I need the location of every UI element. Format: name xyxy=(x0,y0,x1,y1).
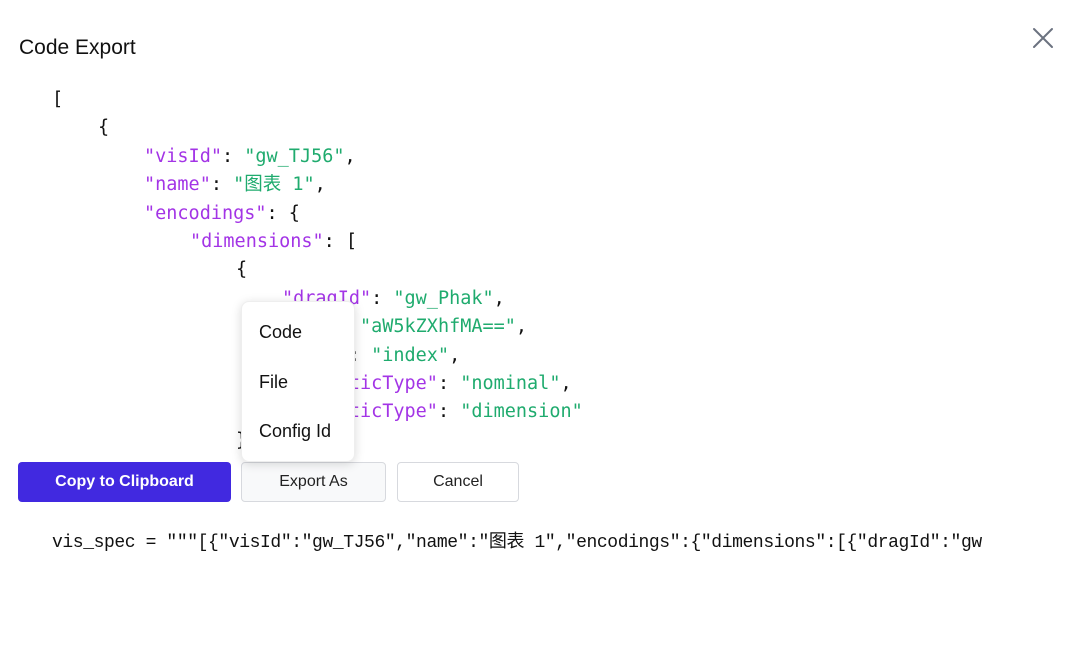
json-key: "visId" xyxy=(144,145,222,167)
json-punct: : { xyxy=(266,202,300,224)
json-punct: { xyxy=(98,117,110,139)
copy-to-clipboard-button[interactable]: Copy to Clipboard xyxy=(18,462,231,502)
json-punct: : xyxy=(437,401,461,423)
json-key: "dimensions" xyxy=(190,230,324,252)
code-line: { xyxy=(52,256,583,284)
close-icon[interactable] xyxy=(1030,25,1056,51)
json-value: "aW5kZXhfMA==" xyxy=(359,316,516,338)
json-value: "gw_TJ56" xyxy=(244,145,345,167)
code-line: "name": "图表 1", xyxy=(52,171,583,199)
json-punct: , xyxy=(560,372,572,394)
code-line: "visId": "gw_TJ56", xyxy=(52,143,583,171)
json-punct: , xyxy=(314,174,326,196)
json-punct: [ xyxy=(52,89,64,110)
json-key: "name" xyxy=(144,174,211,196)
json-value: "gw_Phak" xyxy=(393,287,494,309)
menu-item-code[interactable]: Code xyxy=(259,322,302,343)
json-value: "nominal" xyxy=(460,372,561,394)
json-value: "index" xyxy=(371,344,450,366)
json-punct: : xyxy=(371,287,394,309)
json-punct: : xyxy=(437,372,461,394)
json-punct: : xyxy=(221,145,245,167)
json-punct: , xyxy=(449,344,461,366)
vis-spec-code: vis_spec = """[{"visId":"gw_TJ56","name"… xyxy=(52,533,982,553)
json-punct: , xyxy=(493,287,505,309)
json-key: "encodings" xyxy=(144,202,267,224)
code-line: { xyxy=(52,114,583,142)
menu-item-file[interactable]: File xyxy=(259,372,288,393)
code-line: "dimensions": [ xyxy=(52,228,583,256)
json-punct: : xyxy=(210,174,234,196)
menu-item-config-id[interactable]: Config Id xyxy=(259,421,331,442)
code-line: [ xyxy=(52,86,583,114)
json-punct: , xyxy=(344,145,356,167)
code-line: "encodings": { xyxy=(52,200,583,228)
json-value: "dimension" xyxy=(460,401,583,423)
json-punct: , xyxy=(515,316,528,338)
dialog-title: Code Export xyxy=(19,36,136,59)
json-value: "图表 1" xyxy=(233,174,315,196)
export-menu: Code File Config Id xyxy=(241,301,355,462)
export-as-button[interactable]: Export As xyxy=(241,462,386,502)
json-punct: : [ xyxy=(323,230,358,252)
json-punct: { xyxy=(236,259,248,281)
cancel-button[interactable]: Cancel xyxy=(397,462,519,502)
